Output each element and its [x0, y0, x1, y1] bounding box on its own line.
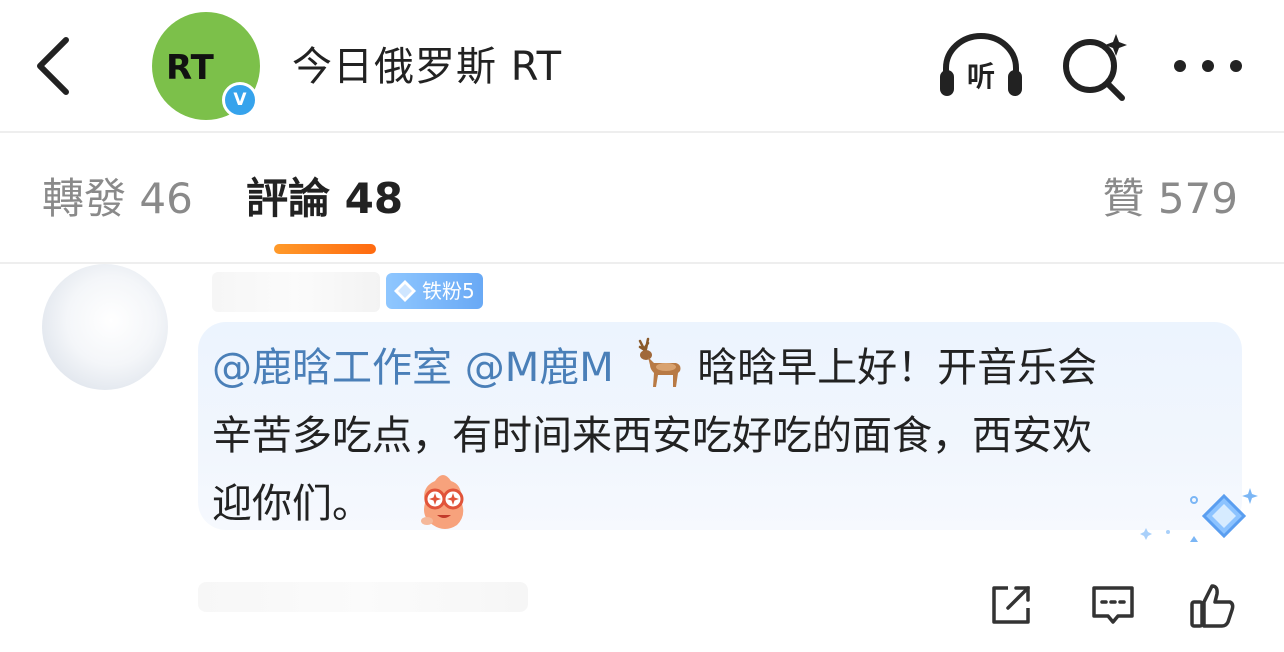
- commenter-avatar[interactable]: [42, 264, 168, 390]
- fan-badge: 铁粉5: [386, 273, 483, 309]
- rt-logo: RT: [166, 52, 215, 82]
- comment-text: @鹿晗工作室 @M鹿M 晗晗早上好！开音乐会 辛苦多吃点，有时间来西安吃好吃的面…: [212, 334, 1212, 538]
- active-tab-indicator: [274, 244, 376, 254]
- tab-like-count: 579: [1157, 174, 1238, 223]
- tab-like[interactable]: 贊 579: [1102, 172, 1238, 226]
- tab-comment-count: 48: [344, 174, 404, 223]
- tab-repost-label: 轉發: [42, 174, 127, 223]
- tab-repost-count: 46: [139, 174, 193, 223]
- comment-line-2: 辛苦多吃点，有时间来西安吃好吃的面食，西安欢: [212, 413, 1092, 459]
- account-avatar[interactable]: RT V: [152, 12, 260, 120]
- deer-icon: [639, 337, 681, 387]
- rt-logo-text: RT: [166, 52, 215, 82]
- star-eyes-emoji-icon: [420, 475, 464, 529]
- tabs-divider: [0, 262, 1284, 264]
- commenter-name-blurred[interactable]: [212, 272, 380, 312]
- comment-line-3: 迎你们。: [212, 470, 1212, 538]
- reply-icon[interactable]: [1088, 580, 1138, 630]
- header-divider: [0, 131, 1284, 133]
- comment-line-1-text: 晗晗早上好！开音乐会: [697, 345, 1098, 391]
- tab-like-label: 贊: [1102, 174, 1145, 223]
- tab-repost[interactable]: 轉發 46: [42, 172, 193, 226]
- share-icon[interactable]: [986, 580, 1036, 630]
- tab-comment[interactable]: 評論 48: [246, 172, 403, 226]
- mention-m-lu-m[interactable]: @M鹿M: [465, 345, 614, 391]
- comment-line-1: @鹿晗工作室 @M鹿M 晗晗早上好！开音乐会: [212, 334, 1212, 402]
- mention-luhan-studio[interactable]: @鹿晗工作室: [212, 345, 452, 391]
- listen-icon[interactable]: 听: [936, 30, 1026, 102]
- diamond-sparkle-icon: [1140, 488, 1258, 542]
- comment-meta-blurred: [198, 582, 528, 612]
- chevron-left-icon[interactable]: [22, 28, 92, 104]
- fan-badge-label: 铁粉5: [422, 279, 475, 303]
- tab-comment-label: 評論: [246, 174, 331, 223]
- header: RT V 今日俄罗斯 RT 听: [0, 0, 1284, 132]
- diamond-icon: [394, 280, 416, 302]
- like-icon[interactable]: [1188, 580, 1238, 630]
- more-icon[interactable]: [1168, 46, 1248, 86]
- account-name[interactable]: 今日俄罗斯 RT: [292, 42, 562, 92]
- comment-line-3-text: 迎你们。: [212, 481, 372, 527]
- search-icon[interactable]: [1058, 30, 1134, 102]
- verified-badge: V: [222, 82, 258, 118]
- listen-label: 听: [967, 60, 995, 93]
